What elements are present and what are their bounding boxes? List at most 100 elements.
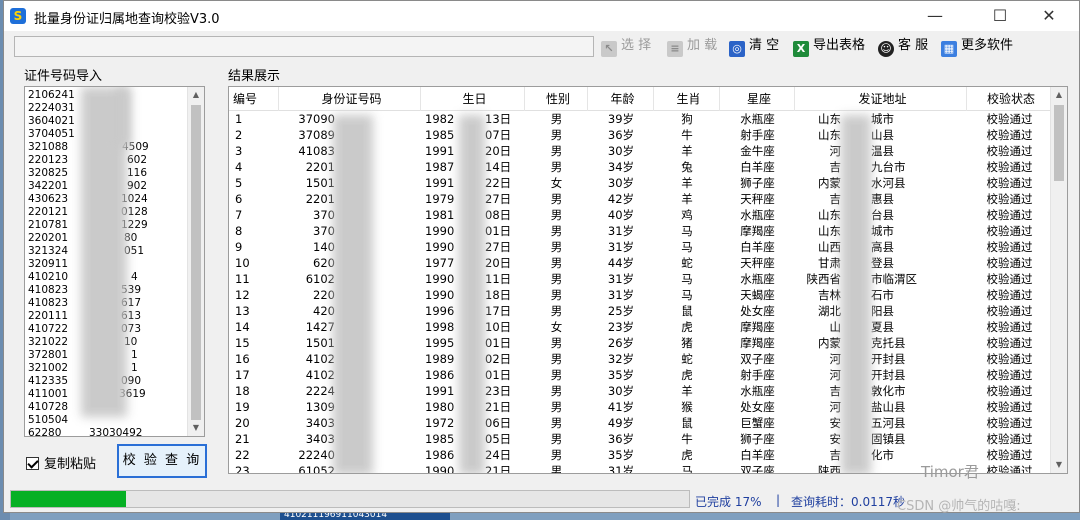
app-grid-icon: ▦ xyxy=(941,41,957,57)
cell-province: 吉林 xyxy=(818,288,841,302)
col-header-constellation[interactable]: 星座 xyxy=(720,87,795,111)
cell-birth-day: 20日 xyxy=(485,144,512,158)
cell-id: 1427 xyxy=(305,320,335,334)
cell-status: 校验通过 xyxy=(986,192,1033,206)
results-table[interactable]: 编号 身份证号码 生日 性别 年龄 生肖 星座 发证地址 校验状态 1 37090… xyxy=(228,86,1068,474)
globe-clear-icon: ◎ xyxy=(729,41,745,57)
cell-constellation: 天秤座 xyxy=(740,256,775,270)
cell-index: 21 xyxy=(235,432,250,446)
id-import-label: 证件号码导入 xyxy=(24,69,103,84)
cell-birth-day: 02日 xyxy=(485,352,512,366)
col-header-status[interactable]: 校验状态 xyxy=(967,87,1052,111)
cell-zodiac: 蛇 xyxy=(681,352,693,366)
scroll-down-icon[interactable]: ▼ xyxy=(188,420,204,436)
cell-gender: 男 xyxy=(550,448,563,462)
cell-index: 10 xyxy=(235,256,250,270)
cell-status: 校验通过 xyxy=(986,208,1033,222)
col-header-address[interactable]: 发证地址 xyxy=(795,87,967,111)
cell-birth-year: 1979 xyxy=(425,192,455,206)
scroll-up-icon[interactable]: ▲ xyxy=(188,87,204,103)
cell-constellation: 白羊座 xyxy=(740,448,775,462)
cell-birth-day: 20日 xyxy=(485,256,512,270)
results-scrollbar[interactable]: ▲ ▼ xyxy=(1050,87,1067,473)
cell-zodiac: 马 xyxy=(681,288,693,302)
cell-status: 校验通过 xyxy=(986,272,1033,286)
id-line: 321002 xyxy=(28,362,69,374)
load-button[interactable]: ≡ 加 载 xyxy=(667,37,717,57)
customer-service-button[interactable]: ☺ 客 服 xyxy=(878,37,928,57)
cell-county: 固镇县 xyxy=(871,432,906,446)
progress-bar xyxy=(10,490,690,508)
cell-county: 九台市 xyxy=(871,160,906,174)
col-header-gender[interactable]: 性别 xyxy=(525,87,588,111)
cell-gender: 男 xyxy=(550,192,563,206)
verify-query-button[interactable]: 校 验 查 询 xyxy=(117,444,207,478)
cell-age: 39岁 xyxy=(607,112,635,126)
cell-gender: 男 xyxy=(550,336,563,350)
cell-birth-year: 1990 xyxy=(425,240,455,254)
maximize-button[interactable]: ☐ xyxy=(977,1,1023,31)
cell-status: 校验通过 xyxy=(986,352,1033,366)
cell-birth-year: 1989 xyxy=(425,352,455,366)
cell-constellation: 双子座 xyxy=(740,464,775,474)
cell-birth-day: 24日 xyxy=(485,448,512,462)
cell-id: 61052 xyxy=(298,464,335,474)
cell-id: 2201 xyxy=(305,160,335,174)
cell-constellation: 巨蟹座 xyxy=(740,416,775,430)
id-line: 220201 xyxy=(28,232,69,244)
copy-paste-label: 复制粘贴 xyxy=(44,457,97,472)
cell-status: 校验通过 xyxy=(986,304,1033,318)
cell-county: 台县 xyxy=(871,208,894,222)
scroll-thumb[interactable] xyxy=(191,105,201,420)
col-header-age[interactable]: 年龄 xyxy=(588,87,654,111)
cell-status: 校验通过 xyxy=(986,336,1033,350)
copy-paste-checkbox[interactable]: 复制粘贴 xyxy=(26,453,96,472)
cursor-arrow-icon: ↖ xyxy=(601,41,617,57)
cell-zodiac: 羊 xyxy=(681,384,693,398)
load-label: 加 载 xyxy=(687,38,718,53)
id-line: 411001 xyxy=(28,388,69,400)
scroll-up-icon[interactable]: ▲ xyxy=(1051,87,1067,103)
checkbox-checked-icon[interactable] xyxy=(26,457,39,470)
app-logo-icon: S xyxy=(10,8,26,24)
scroll-thumb[interactable] xyxy=(1054,105,1064,181)
cell-age: 31岁 xyxy=(607,288,635,302)
more-software-button[interactable]: ▦ 更多软件 xyxy=(941,37,1013,57)
col-header-id[interactable]: 身份证号码 xyxy=(279,87,421,111)
close-button[interactable]: ✕ xyxy=(1026,1,1072,31)
cell-province: 山西 xyxy=(818,240,841,254)
file-path-input[interactable] xyxy=(14,36,594,57)
cell-county: 城市 xyxy=(871,224,894,238)
minimize-button[interactable]: — xyxy=(912,1,958,31)
cell-index: 9 xyxy=(235,240,243,254)
cell-gender: 男 xyxy=(550,464,563,474)
cell-index: 20 xyxy=(235,416,250,430)
clear-button[interactable]: ◎ 清 空 xyxy=(729,37,779,57)
cell-id: 4102 xyxy=(305,368,335,382)
col-header-birthday[interactable]: 生日 xyxy=(421,87,525,111)
export-table-button[interactable]: X 导出表格 xyxy=(793,37,865,57)
select-button[interactable]: ↖ 选 择 xyxy=(601,37,651,57)
id-list-scrollbar[interactable]: ▲ ▼ xyxy=(187,87,204,436)
cell-province: 河 xyxy=(829,144,842,158)
cell-county: 市临渭区 xyxy=(871,272,917,286)
cell-county: 登县 xyxy=(871,256,894,270)
cell-birth-year: 1982 xyxy=(425,112,455,126)
cell-county: 惠县 xyxy=(871,192,894,206)
cell-constellation: 天蝎座 xyxy=(740,288,775,302)
col-header-zodiac[interactable]: 生肖 xyxy=(654,87,720,111)
cell-index: 17 xyxy=(235,368,250,382)
cell-birth-day: 08日 xyxy=(485,208,512,222)
cell-id: 140 xyxy=(313,240,335,254)
cell-birth-year: 1986 xyxy=(425,448,455,462)
cell-province: 吉 xyxy=(829,192,842,206)
scroll-down-icon[interactable]: ▼ xyxy=(1051,457,1067,473)
cell-birth-day: 23日 xyxy=(485,384,512,398)
cell-zodiac: 猴 xyxy=(681,400,693,414)
cell-birth-day: 21日 xyxy=(485,400,512,414)
status-separator: | xyxy=(776,493,781,507)
cell-index: 14 xyxy=(235,320,250,334)
cell-gender: 男 xyxy=(550,368,563,382)
id-import-textarea[interactable]: 2106241 2224031 3604021 3704051 321088 2… xyxy=(24,86,205,437)
col-header-index[interactable]: 编号 xyxy=(229,87,279,111)
